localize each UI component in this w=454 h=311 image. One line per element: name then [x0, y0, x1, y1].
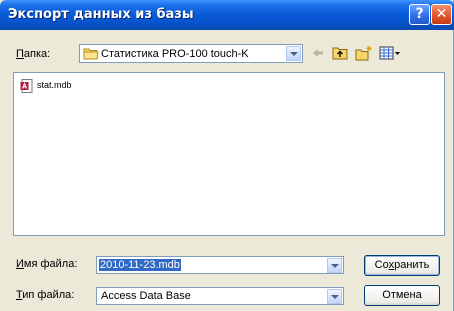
filename-dropdown-arrow[interactable]: [327, 258, 342, 273]
cancel-button[interactable]: Отмена: [364, 285, 440, 306]
close-button[interactable]: ✕: [431, 4, 452, 25]
filetype-dropdown-arrow[interactable]: [327, 289, 342, 304]
folder-value: Статистика PRO-100 touch-K: [101, 48, 249, 60]
filename-input[interactable]: 2010-11-23.mdb: [99, 259, 181, 271]
access-db-icon: [20, 79, 33, 93]
back-arrow-icon[interactable]: [311, 45, 325, 61]
filetype-select[interactable]: Access Data Base: [96, 287, 344, 305]
filename-label: Имя файла:: [16, 258, 78, 270]
folder-combobox[interactable]: Статистика PRO-100 touch-K: [79, 44, 303, 63]
title-bar[interactable]: Экспорт данных из базы ? ✕: [0, 0, 454, 30]
save-dialog: Экспорт данных из базы ? ✕ Папка: Статис…: [0, 0, 454, 311]
view-menu-icon[interactable]: [379, 45, 401, 61]
file-name: stat.mdb: [37, 80, 72, 90]
filetype-value: Access Data Base: [101, 290, 191, 302]
file-list[interactable]: stat.mdb: [13, 72, 445, 236]
window-title: Экспорт данных из базы: [8, 7, 194, 22]
new-folder-icon[interactable]: [355, 45, 373, 61]
folder-label: Папка:: [16, 48, 51, 60]
up-folder-icon[interactable]: [332, 45, 349, 61]
save-button[interactable]: Сохранить: [364, 255, 440, 276]
filetype-label: Тип файла:: [16, 289, 75, 301]
folder-dropdown-arrow[interactable]: [286, 46, 301, 61]
help-button[interactable]: ?: [409, 4, 430, 25]
filename-combobox[interactable]: 2010-11-23.mdb: [96, 256, 344, 274]
folder-icon: [83, 48, 99, 60]
